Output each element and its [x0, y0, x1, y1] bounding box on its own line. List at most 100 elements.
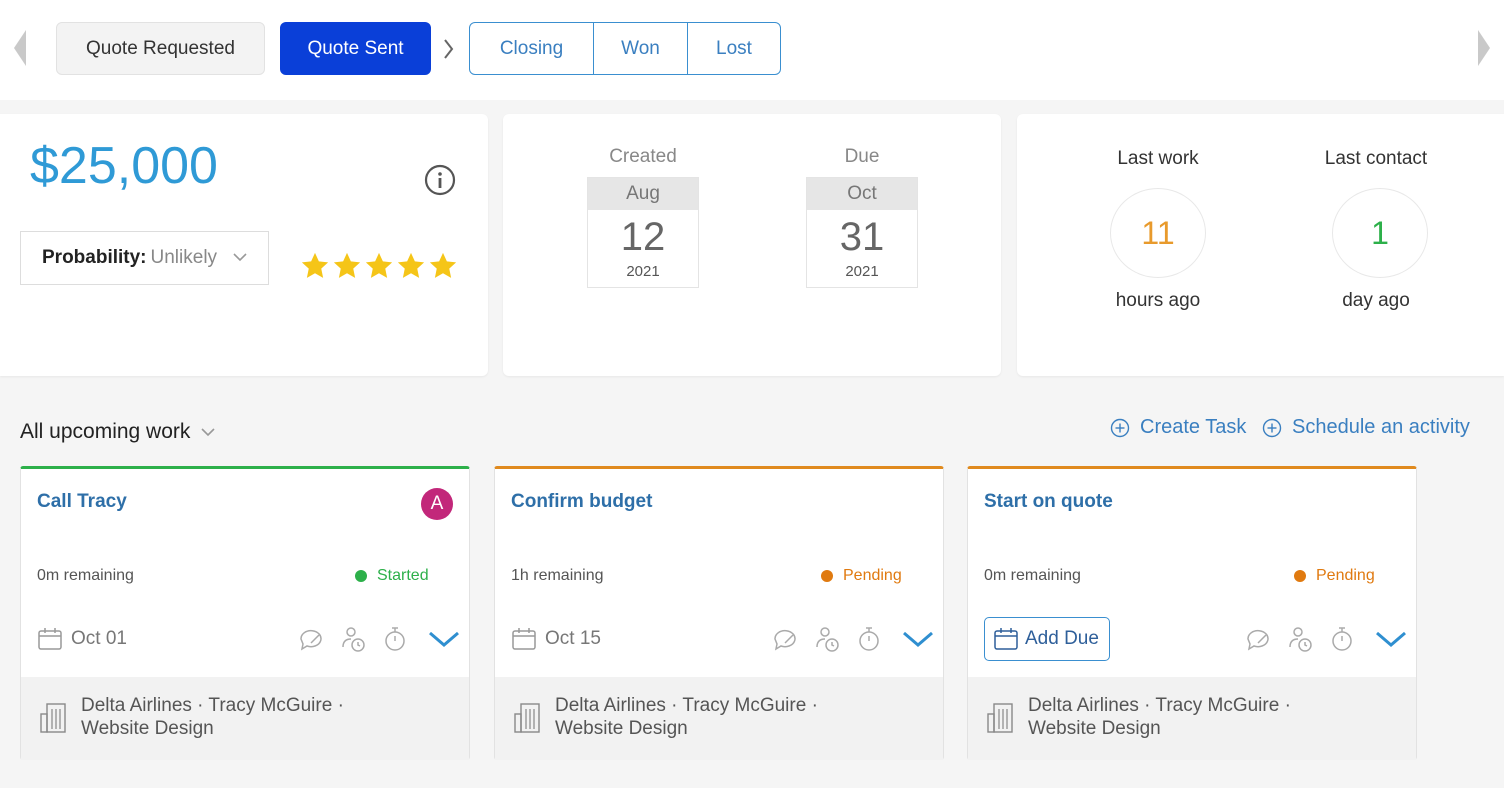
- comment-icon[interactable]: [1244, 625, 1272, 653]
- info-icon[interactable]: [424, 164, 456, 196]
- create-task-button[interactable]: Create Task: [1110, 416, 1246, 439]
- task-toolbar: [297, 625, 461, 653]
- plus-circle-icon: [1110, 418, 1130, 437]
- expand-icon[interactable]: [1374, 628, 1408, 650]
- plus-circle-icon: [1262, 418, 1282, 437]
- status-dot: [821, 570, 833, 582]
- task-title[interactable]: Confirm budget: [511, 491, 652, 513]
- task-remaining: 0m remaining: [984, 567, 1081, 584]
- task-due-label: Oct 01: [71, 628, 127, 649]
- deal-dates-card: [503, 114, 1001, 376]
- stage-group-upcoming: Closing Won Lost: [469, 22, 781, 75]
- calendar-icon: [38, 628, 62, 650]
- last-contact-label: Last contact: [1324, 148, 1428, 169]
- expand-icon[interactable]: [901, 628, 935, 650]
- chevron-down-icon: [233, 253, 247, 262]
- deal-amount: $25,000: [30, 137, 218, 195]
- probability-label: Probability:: [42, 247, 147, 268]
- created-year: 2021: [626, 263, 660, 280]
- task-card[interactable]: Start on quote 0m remaining Pending Add …: [967, 466, 1417, 760]
- building-icon: [514, 703, 540, 733]
- due-year: 2021: [845, 263, 879, 280]
- work-filter-dropdown[interactable]: All upcoming work: [20, 420, 216, 444]
- task-related-label[interactable]: Delta Airlines · Tracy McGuire · Website…: [81, 694, 381, 740]
- stage-closing[interactable]: Closing: [470, 23, 594, 74]
- star-icon[interactable]: [428, 250, 458, 282]
- work-filter-label: All upcoming work: [20, 420, 191, 443]
- task-related-label[interactable]: Delta Airlines · Tracy McGuire · Website…: [555, 694, 855, 740]
- stage-lost[interactable]: Lost: [688, 23, 780, 74]
- nav-right-icon[interactable]: [1478, 30, 1492, 66]
- stage-quote-sent[interactable]: Quote Sent: [280, 22, 431, 75]
- status-badge: Pending: [1294, 567, 1375, 585]
- schedule-activity-label: Schedule an activity: [1292, 416, 1470, 438]
- task-card[interactable]: Call Tracy A 0m remaining Started Oct 01…: [20, 466, 470, 760]
- nav-left-icon[interactable]: [12, 30, 26, 66]
- assign-time-icon[interactable]: [813, 625, 841, 653]
- created-date: Aug 12 2021: [587, 177, 699, 288]
- task-toolbar: [771, 625, 935, 653]
- probability-dropdown[interactable]: Probability: Unlikely: [20, 231, 269, 285]
- task-remaining: 0m remaining: [37, 567, 134, 584]
- star-icon[interactable]: [364, 250, 394, 282]
- task-related: Delta Airlines · Tracy McGuire · Website…: [968, 677, 1416, 760]
- assign-time-icon[interactable]: [1286, 625, 1314, 653]
- pipeline-bar: Quote Requested Quote Sent Closing Won L…: [0, 0, 1504, 100]
- status-badge: Started: [355, 567, 429, 585]
- task-related: Delta Airlines · Tracy McGuire · Website…: [495, 677, 943, 760]
- assign-time-icon[interactable]: [339, 625, 367, 653]
- schedule-activity-button[interactable]: Schedule an activity: [1262, 416, 1470, 439]
- add-due-label: Add Due: [1025, 628, 1099, 649]
- calendar-icon: [512, 628, 536, 650]
- chevron-right-icon: [444, 39, 454, 59]
- building-icon: [40, 703, 66, 733]
- task-due-date[interactable]: Oct 01: [37, 627, 127, 651]
- stopwatch-icon[interactable]: [1328, 625, 1356, 653]
- star-icon[interactable]: [332, 250, 362, 282]
- created-month: Aug: [588, 178, 698, 210]
- last-work-unit: hours ago: [1115, 290, 1201, 311]
- status-label: Pending: [1316, 567, 1375, 584]
- task-related: Delta Airlines · Tracy McGuire · Website…: [21, 677, 469, 760]
- status-dot: [355, 570, 367, 582]
- star-icon[interactable]: [300, 250, 330, 282]
- stopwatch-icon[interactable]: [381, 625, 409, 653]
- created-label: Created: [609, 146, 677, 167]
- last-work-value: 11: [1110, 188, 1206, 278]
- last-contact-unit: day ago: [1342, 290, 1410, 311]
- star-icon[interactable]: [396, 250, 426, 282]
- due-month: Oct: [807, 178, 917, 210]
- task-due-label: Oct 15: [545, 628, 601, 649]
- create-task-label: Create Task: [1140, 416, 1247, 438]
- building-icon: [987, 703, 1013, 733]
- last-contact-value: 1: [1332, 188, 1428, 278]
- status-label: Pending: [843, 567, 902, 584]
- task-title[interactable]: Start on quote: [984, 491, 1113, 513]
- status-label: Started: [377, 567, 429, 584]
- calendar-icon: [994, 628, 1018, 650]
- created-day: 12: [620, 215, 666, 259]
- task-toolbar: [1244, 625, 1408, 653]
- probability-value: Unlikely: [150, 247, 218, 268]
- task-due-date[interactable]: Oct 15: [511, 627, 601, 651]
- due-date[interactable]: Oct 31 2021: [806, 177, 918, 288]
- stopwatch-icon[interactable]: [855, 625, 883, 653]
- task-card[interactable]: Confirm budget 1h remaining Pending Oct …: [494, 466, 944, 760]
- task-related-label[interactable]: Delta Airlines · Tracy McGuire · Website…: [1028, 694, 1328, 740]
- comment-icon[interactable]: [771, 625, 799, 653]
- chevron-down-icon: [201, 428, 215, 437]
- due-label: Due: [844, 146, 880, 167]
- stage-quote-requested[interactable]: Quote Requested: [56, 22, 265, 75]
- status-badge: Pending: [821, 567, 902, 585]
- stage-won[interactable]: Won: [594, 23, 688, 74]
- task-title[interactable]: Call Tracy: [37, 491, 127, 513]
- due-day: 31: [839, 215, 885, 259]
- rating-stars[interactable]: [300, 250, 458, 282]
- task-remaining: 1h remaining: [511, 567, 604, 584]
- comment-icon[interactable]: [297, 625, 325, 653]
- expand-icon[interactable]: [427, 628, 461, 650]
- avatar[interactable]: A: [421, 488, 453, 520]
- status-dot: [1294, 570, 1306, 582]
- last-work-label: Last work: [1117, 148, 1199, 169]
- add-due-button[interactable]: Add Due: [984, 617, 1110, 661]
